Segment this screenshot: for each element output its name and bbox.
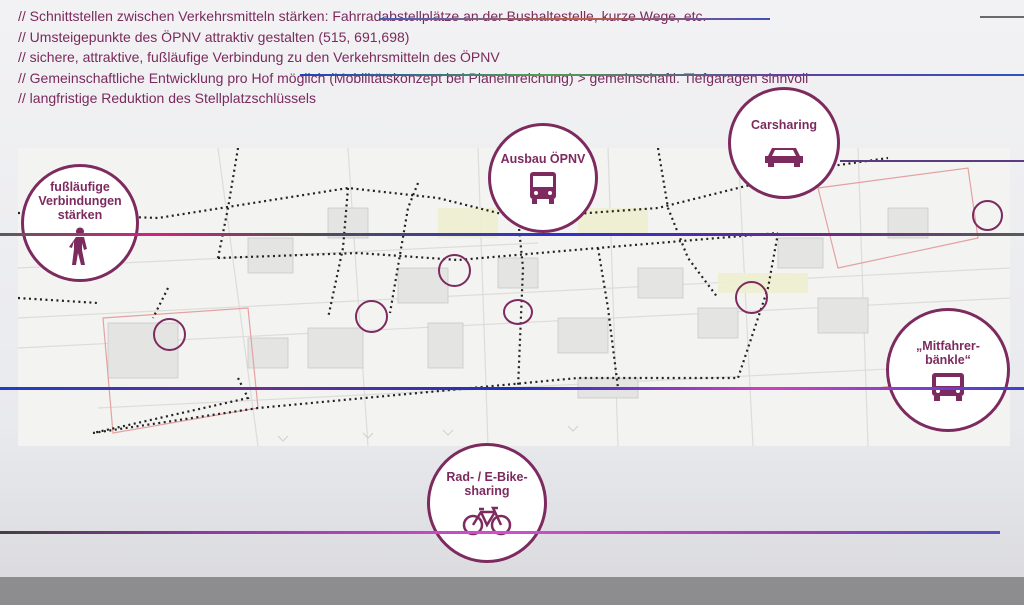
marker-ring — [503, 299, 533, 325]
bubble-transit: Ausbau ÖPNV — [488, 123, 598, 233]
glitch-line — [0, 387, 1024, 390]
bubble-label: „Mitfahrer- bänkle“ — [916, 338, 980, 367]
bubble-carsharing: Carsharing — [728, 87, 840, 199]
glitch-line — [0, 531, 1000, 534]
marker-ring — [972, 200, 1003, 231]
glitch-line — [300, 74, 1024, 76]
bottom-band — [0, 577, 1024, 605]
bubble-rideshare: „Mitfahrer- bänkle“ — [886, 308, 1010, 432]
bubble-walking: fußläufige Verbindungen stärken — [21, 164, 139, 282]
note-line: // langfristige Reduktion des Stellplatz… — [18, 90, 317, 106]
note-line: // Schnittstellen zwischen Verkehrsmitte… — [18, 8, 707, 24]
car-icon — [765, 148, 803, 167]
marker-ring — [355, 300, 388, 333]
glitch-line — [0, 233, 1024, 236]
bubble-label: Rad- / E-Bike- sharing — [446, 470, 528, 498]
glitch-line — [980, 16, 1024, 18]
bubble-label: Carsharing — [751, 118, 817, 132]
note-line: // Gemeinschaftliche Entwicklung pro Hof… — [18, 69, 809, 86]
note-line: // sichere, attraktive, fußläufige Verbi… — [18, 49, 500, 65]
marker-ring — [735, 281, 768, 314]
bubble-label: Ausbau ÖPNV — [500, 151, 586, 166]
bubble-bikesharing: Rad- / E-Bike- sharing — [427, 443, 547, 563]
marker-ring — [438, 254, 471, 287]
glitch-line — [840, 160, 1024, 162]
glitch-line — [380, 18, 770, 20]
note-line: // Umsteigepunkte des ÖPNV attraktiv ges… — [18, 28, 410, 45]
bus-icon — [530, 171, 556, 204]
notes-list: // Schnittstellen zwischen Verkehrsmitte… — [18, 6, 1008, 109]
bubble-label: fußläufige Verbindungen stärken — [38, 179, 122, 222]
marker-ring — [153, 318, 186, 351]
